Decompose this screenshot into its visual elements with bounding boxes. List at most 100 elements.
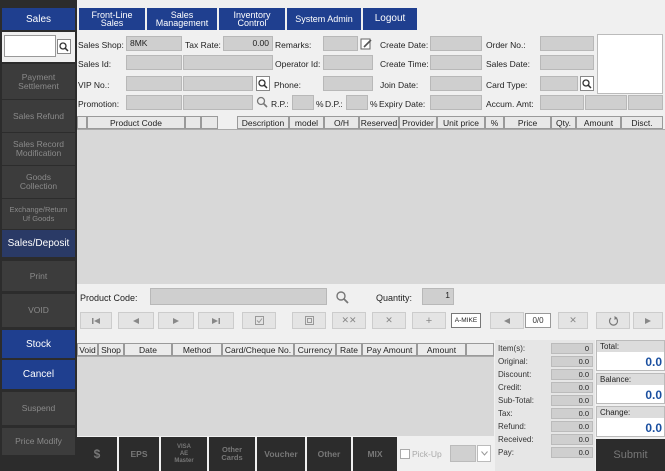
add-row-icon[interactable]: +: [412, 312, 446, 329]
quantity-input[interactable]: 1: [422, 288, 454, 305]
promotion-label: Promotion:: [78, 99, 120, 109]
dp-percent: %: [370, 99, 378, 109]
sidebar-item-goods-collection[interactable]: Goods Collection: [2, 166, 75, 198]
eps-payment-button[interactable]: EPS: [119, 437, 159, 471]
vip-no-field-1[interactable]: [126, 76, 182, 91]
delete-row-icon[interactable]: ✕: [372, 312, 406, 329]
check-all-icon[interactable]: [242, 312, 276, 329]
payment-col-blank: [466, 343, 494, 356]
payment-table-body[interactable]: [77, 356, 494, 436]
payment-col-card-cheque-no: Card/Cheque No.: [222, 343, 294, 356]
sidebar-item-void[interactable]: VOID: [2, 294, 75, 327]
visa-ae-master-button[interactable]: VISA AE Master: [161, 437, 207, 471]
accum-amt-field-1[interactable]: [540, 95, 584, 110]
sales-id-field-1[interactable]: [126, 55, 182, 70]
phone-field[interactable]: [323, 76, 373, 91]
page-prev-button[interactable]: [490, 312, 524, 329]
prev-record-button[interactable]: [118, 312, 154, 329]
submit-button[interactable]: Submit: [596, 439, 665, 471]
page-next-button[interactable]: [633, 312, 663, 329]
original-label: Original:: [498, 357, 528, 366]
pickup-checkbox[interactable]: [400, 449, 410, 459]
dp-label: D.P.:: [325, 99, 343, 109]
first-record-button[interactable]: [80, 312, 112, 329]
sales-id-field-2[interactable]: [183, 55, 273, 70]
remarks-label: Remarks:: [275, 40, 312, 50]
tab-inventory-control[interactable]: Inventory Control: [219, 8, 285, 30]
product-search-icon[interactable]: [335, 290, 349, 304]
operator-id-field[interactable]: [323, 55, 373, 70]
order-no-field[interactable]: [540, 36, 594, 51]
expiry-date-field[interactable]: [430, 95, 482, 110]
order-no-label: Order No.:: [486, 40, 526, 50]
accum-amt-field-2[interactable]: [585, 95, 627, 110]
join-date-field[interactable]: [430, 76, 482, 91]
sidebar-search-input[interactable]: [4, 35, 56, 57]
product-col-reserved: Reserved: [359, 116, 399, 129]
sidebar-item-sales-deposit[interactable]: Sales/Deposit: [2, 230, 75, 257]
promotion-field-1[interactable]: [126, 95, 182, 110]
remarks-field[interactable]: [323, 36, 358, 51]
tax-rate-field[interactable]: 0.00: [223, 36, 273, 51]
delete-all-icon[interactable]: ✕✕: [332, 312, 366, 329]
sidebar: Sales Payment Settlement Sales Refund Sa…: [0, 0, 77, 471]
create-time-field[interactable]: [430, 55, 482, 70]
sales-shop-field[interactable]: 8MK: [126, 36, 182, 51]
search-icon[interactable]: [57, 39, 71, 54]
quantity-label: Quantity:: [376, 293, 413, 303]
product-table-body[interactable]: [77, 129, 665, 284]
pay-label: Pay:: [498, 448, 515, 457]
sidebar-item-price-modify[interactable]: Price Modify: [2, 428, 75, 455]
promotion-field-2[interactable]: [183, 95, 253, 110]
uncheck-all-icon[interactable]: [292, 312, 326, 329]
edit-note-icon[interactable]: [360, 37, 373, 50]
sidebar-item-sales-refund[interactable]: Sales Refund: [2, 100, 75, 132]
sidebar-item-sales[interactable]: Sales: [2, 8, 75, 30]
dp-field[interactable]: [346, 95, 368, 110]
chevron-down-icon[interactable]: [477, 445, 491, 462]
sidebar-item-stock[interactable]: Stock: [2, 330, 75, 358]
payment-col-date: Date: [124, 343, 172, 356]
create-time-label: Create Time:: [380, 59, 429, 69]
tab-sales-management[interactable]: Sales Management: [147, 8, 217, 30]
a-mike-button[interactable]: A-MIKE: [451, 313, 481, 328]
create-date-field[interactable]: [430, 36, 482, 51]
card-type-search-icon[interactable]: [580, 76, 594, 91]
change-value: 0.0: [645, 421, 662, 435]
pickup-select[interactable]: [450, 445, 476, 462]
sales-date-field[interactable]: [540, 55, 594, 70]
product-col-blank-1: [185, 116, 201, 129]
info-panel: [597, 34, 663, 94]
sidebar-item-payment-settlement[interactable]: Payment Settlement: [2, 64, 75, 99]
last-record-button[interactable]: [198, 312, 234, 329]
rp-label: R.P.:: [271, 99, 289, 109]
other-payment-button[interactable]: Other: [307, 437, 351, 471]
clear-page-icon[interactable]: ✕: [558, 312, 588, 329]
sidebar-item-exchange-return[interactable]: Exchange/Return Uf Goods: [2, 199, 75, 229]
rp-field[interactable]: [292, 95, 314, 110]
card-type-field[interactable]: [540, 76, 578, 91]
cash-payment-button[interactable]: $: [77, 437, 117, 471]
product-code-input[interactable]: [150, 288, 327, 305]
vip-no-field-2[interactable]: [183, 76, 253, 91]
mix-payment-button[interactable]: MIX: [353, 437, 397, 471]
promotion-search-icon[interactable]: [256, 96, 268, 108]
sidebar-item-cancel[interactable]: Cancel: [2, 360, 75, 389]
other-cards-button[interactable]: Other Cards: [209, 437, 255, 471]
accum-amt-field-3[interactable]: [628, 95, 663, 110]
tab-front-line-sales[interactable]: Front-Line Sales: [79, 8, 145, 30]
refresh-icon[interactable]: [596, 312, 630, 329]
credit-label: Credit:: [498, 383, 522, 392]
refund-value: 0.0: [551, 421, 593, 432]
received-value: 0.0: [551, 434, 593, 445]
next-record-button[interactable]: [158, 312, 194, 329]
sales-shop-label: Sales Shop:: [78, 40, 124, 50]
tab-system-admin[interactable]: System Admin: [287, 8, 361, 30]
sidebar-item-sales-record-modification[interactable]: Sales Record Modification: [2, 133, 75, 165]
sidebar-item-print[interactable]: Print: [2, 261, 75, 291]
vip-search-icon[interactable]: [256, 76, 270, 91]
voucher-payment-button[interactable]: Voucher: [257, 437, 305, 471]
product-col-price: Price: [504, 116, 551, 129]
sidebar-item-suspend[interactable]: Suspend: [2, 392, 75, 425]
tab-logout[interactable]: Logout: [363, 8, 417, 30]
